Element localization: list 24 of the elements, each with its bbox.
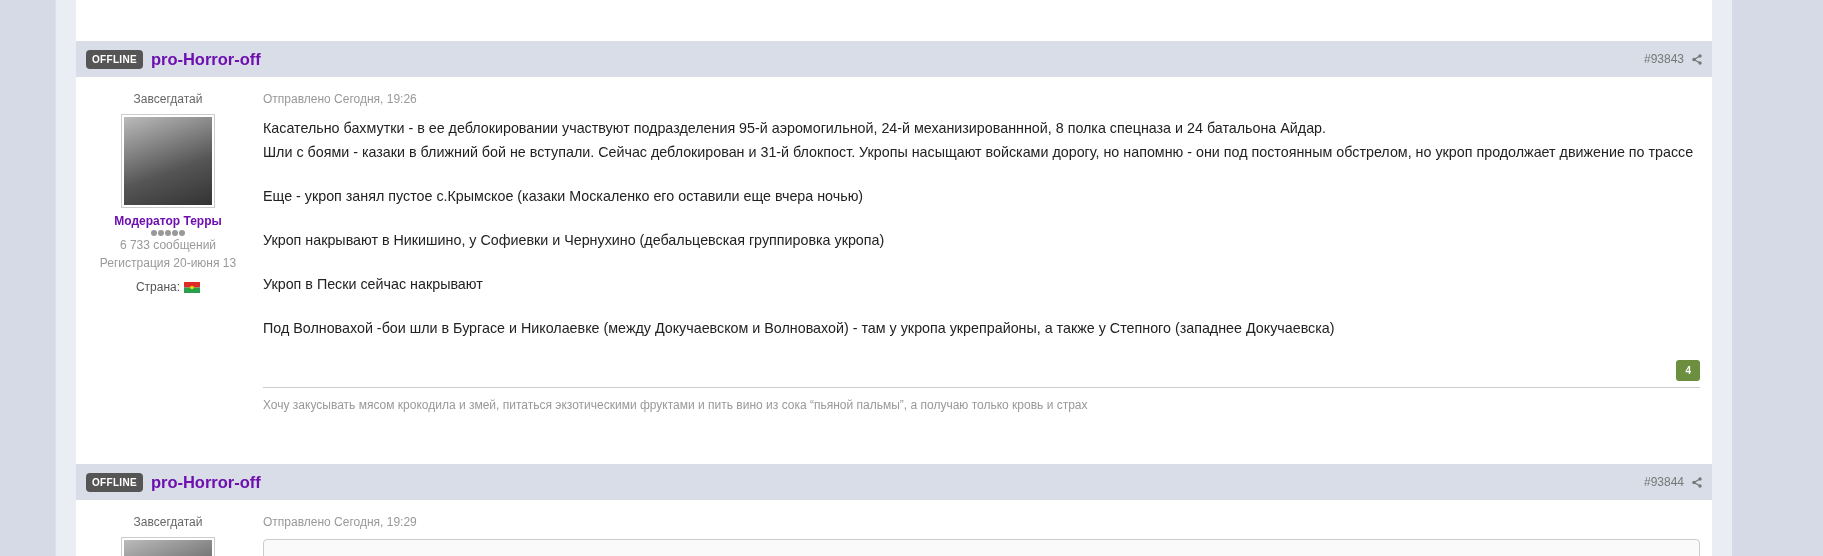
- username-link[interactable]: pro-Horror-off: [150, 469, 261, 495]
- country-label: Страна:: [135, 279, 181, 296]
- status-badge: OFFLINE: [86, 472, 143, 492]
- member-title: Завсегдатай: [132, 514, 204, 531]
- post-paragraph: Под Волновахой -бои шли в Бургасе и Николаевке (между Докучаевском и Волновахой) - там у укропа укрепрайоны, а также у Степного (западнее Докучаевска): [263, 319, 1336, 338]
- reputation-badge: 4: [1676, 360, 1700, 381]
- post-paragraph: Укроп накрывают в Никишино, у Софиевки и Чернухино (дебальцевская группировка укропа): [263, 231, 886, 250]
- post-count: 6 733 сообщений: [118, 237, 218, 254]
- post-number-link[interactable]: #93843: [1643, 50, 1684, 68]
- username-link[interactable]: pro-Horror-off: [150, 46, 261, 72]
- flag-icon: [184, 281, 201, 293]
- signature-text: Хочу закусывать мясом крокодила и змей, питаться экзотическими фруктами и пить вино из сока “пьяной пальмы”, а получаю только кровь и страх: [263, 397, 1089, 414]
- post-date: Отправлено Сегодня, 19:29: [263, 514, 418, 531]
- member-title: Завсегдатай: [132, 91, 204, 108]
- post-paragraph: Еще - укроп занял пустое с.Крымское (казаки Москаленко его оставили еще вчера ночью): [263, 187, 865, 206]
- post-paragraph: Касательно бахмутки - в ее деблокировании участвуют подразделения 95-й аэромогильной, 24-й механизированнной, 8 полка спецназа и 24 батальона Айдар. Шли с боями - казаки в ближний бой не вступали. Сейчас деблокирован и 31-й блокпост. Укропы насыщают войсками дорогу, но напомню - они под постоянным обстрелом, но укроп продолжает движение по трассе: [263, 119, 1695, 162]
- post-paragraph: Укроп в Пески сейчас накрывают: [263, 275, 484, 294]
- post-date: Отправлено Сегодня, 19:26: [263, 91, 418, 108]
- post-number-link[interactable]: #93844: [1643, 473, 1684, 491]
- share-icon[interactable]: [1692, 53, 1702, 65]
- registration-date: Регистрация 20-июня 13: [98, 255, 238, 272]
- status-badge: OFFLINE: [86, 49, 143, 69]
- member-group: Модератор Терры: [76, 212, 260, 230]
- share-icon[interactable]: [1692, 476, 1702, 488]
